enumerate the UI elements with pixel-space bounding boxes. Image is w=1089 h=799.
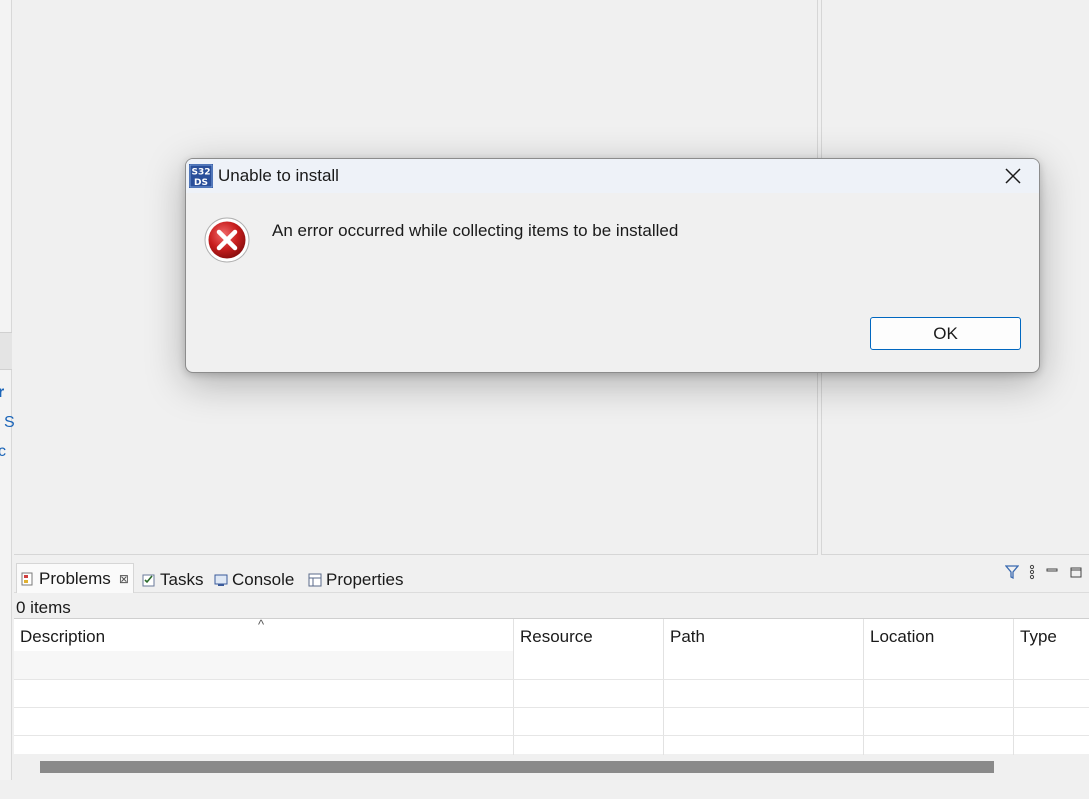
s32ds-icon: S32 DS <box>189 164 213 188</box>
item-count: 0 items <box>16 598 71 617</box>
error-dialog: S32 DS Unable to install An error occurr… <box>185 158 1040 373</box>
dialog-titlebar[interactable]: S32 DS Unable to install <box>186 159 1039 193</box>
left-panel-edge: r S c <box>0 0 15 780</box>
minimize-icon[interactable] <box>1045 564 1059 580</box>
scrollbar-thumb[interactable] <box>40 761 994 773</box>
tab-properties[interactable]: Properties <box>308 568 403 592</box>
ok-button[interactable]: OK <box>870 317 1021 350</box>
close-icon <box>1005 168 1021 184</box>
svg-text:DS: DS <box>194 178 208 188</box>
tab-properties-label: Properties <box>326 570 404 589</box>
left-panel-fragment-1: r <box>0 384 5 401</box>
view-tab-bar: Problems ⊠ Tasks Console Properties <box>14 560 1089 593</box>
row-divider <box>14 707 1089 708</box>
tab-console-label: Console <box>232 570 295 589</box>
filter-icon[interactable] <box>1005 564 1019 580</box>
left-panel-fragment-3[interactable]: c <box>0 443 6 461</box>
close-button[interactable] <box>993 159 1033 193</box>
problems-icon <box>21 572 33 585</box>
row-divider <box>14 735 1089 736</box>
tasks-icon <box>142 574 155 587</box>
svg-text:S32: S32 <box>191 168 210 178</box>
close-icon[interactable]: ⊠ <box>119 572 129 586</box>
console-icon <box>214 574 228 586</box>
tab-problems-label: Problems <box>39 568 111 588</box>
left-panel-tab-band <box>0 332 12 370</box>
tab-tasks-label: Tasks <box>160 570 204 589</box>
problems-view: Problems ⊠ Tasks Console Properties 0 it… <box>14 560 1089 780</box>
tab-console[interactable]: Console <box>214 568 294 592</box>
sort-ascending-icon: ^ <box>258 617 265 632</box>
error-message: An error occurred while collecting items… <box>272 221 679 240</box>
maximize-icon[interactable] <box>1069 564 1083 580</box>
view-toolbar <box>1005 564 1083 580</box>
properties-icon <box>308 573 322 587</box>
dialog-title: Unable to install <box>218 166 339 185</box>
view-menu-icon[interactable] <box>1029 564 1035 580</box>
row-divider <box>14 679 1089 680</box>
error-x-icon <box>204 217 250 263</box>
tab-problems[interactable]: Problems ⊠ <box>16 563 134 593</box>
problems-table: Description ^ Resource Path Location Typ… <box>14 617 1089 755</box>
tab-tasks[interactable]: Tasks <box>142 568 203 592</box>
horizontal-scrollbar[interactable] <box>14 757 1089 779</box>
